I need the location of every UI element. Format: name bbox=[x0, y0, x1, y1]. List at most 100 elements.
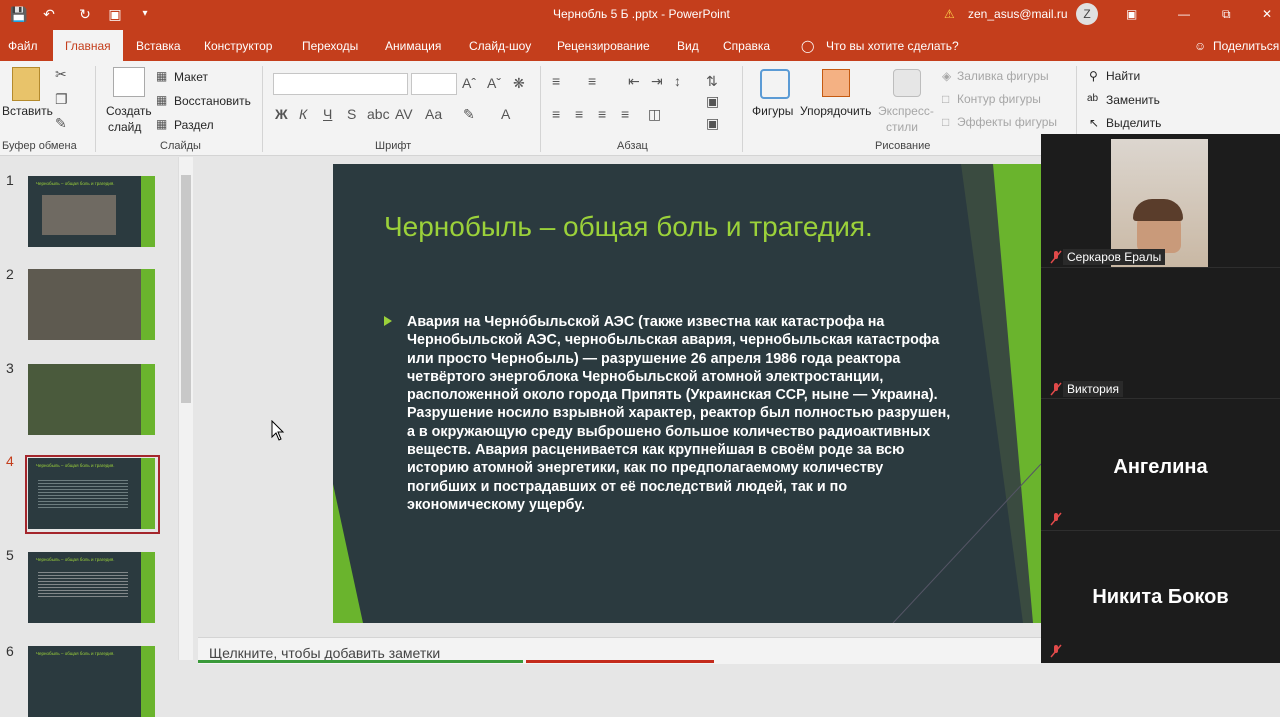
bullet-arrow-icon bbox=[384, 316, 392, 326]
tab-view[interactable]: Вид bbox=[677, 39, 699, 53]
slide-thumbnail-3[interactable] bbox=[28, 364, 155, 435]
justify-icon[interactable]: ≡ bbox=[621, 106, 629, 122]
bullets-icon[interactable]: ≡ bbox=[552, 73, 560, 89]
find-button[interactable]: Найти bbox=[1106, 69, 1140, 83]
change-case-icon[interactable]: Aa bbox=[425, 106, 442, 122]
arrange-button[interactable]: Упорядочить bbox=[800, 104, 871, 118]
slide-thumbnail-4[interactable]: Чернобыль – общая боль и трагедия. bbox=[28, 458, 155, 529]
highlight-icon[interactable]: ✎ bbox=[463, 106, 475, 123]
shrink-font-icon[interactable]: Aˇ bbox=[487, 75, 501, 91]
customize-qat-icon[interactable]: ▾ bbox=[136, 5, 154, 23]
new-slide-icon[interactable] bbox=[113, 67, 145, 97]
section-button[interactable]: Раздел bbox=[174, 118, 214, 132]
new-slide-button-line2[interactable]: слайд bbox=[108, 120, 141, 134]
shadow-icon[interactable]: S bbox=[347, 106, 356, 122]
tab-home[interactable]: Главная bbox=[65, 39, 111, 53]
group-font-label: Шрифт bbox=[375, 140, 412, 152]
slide-thumbnail-2[interactable] bbox=[28, 269, 155, 340]
underline-icon[interactable]: Ч bbox=[323, 106, 332, 122]
share-icon: ☺ bbox=[1194, 39, 1207, 53]
spacing-icon[interactable]: AV bbox=[395, 106, 413, 122]
tell-me-input[interactable]: Что вы хотите сделать? bbox=[826, 39, 959, 53]
restore-icon[interactable]: ⧉ bbox=[1222, 7, 1231, 22]
participant-tile-1[interactable]: Серкаров Ералы bbox=[1041, 134, 1280, 267]
ribbon-display-icon[interactable]: ▣ bbox=[1126, 7, 1137, 21]
reset-button[interactable]: Восстановить bbox=[174, 94, 251, 108]
ribbon-tabs: Файл Главная Вставка Конструктор Переход… bbox=[0, 30, 1280, 61]
clear-format-icon[interactable]: ❋ bbox=[513, 75, 525, 92]
increase-indent-icon[interactable]: ⇥ bbox=[651, 73, 663, 90]
tab-insert[interactable]: Вставка bbox=[136, 39, 181, 53]
undo-icon[interactable]: ↶ bbox=[40, 5, 58, 23]
title-bar: 💾 ↶ ↻ ▣ ▾ Чернобль 5 Б .pptx - PowerPoin… bbox=[0, 0, 1280, 30]
grow-font-icon[interactable]: Aˆ bbox=[462, 75, 476, 91]
quick-styles-button-line2[interactable]: стили bbox=[886, 120, 918, 134]
font-name-box[interactable] bbox=[273, 73, 408, 95]
participant-tile-2[interactable]: Виктория bbox=[1041, 267, 1280, 397]
scrollbar-thumb[interactable] bbox=[181, 175, 191, 403]
shapes-button[interactable]: Фигуры bbox=[752, 104, 793, 118]
participant-tile-3[interactable]: Ангелина bbox=[1041, 398, 1280, 528]
font-color-icon[interactable]: A bbox=[501, 106, 510, 122]
shape-fill-button[interactable]: Заливка фигуры bbox=[957, 69, 1049, 83]
share-button[interactable]: Поделиться bbox=[1213, 39, 1279, 53]
tab-design[interactable]: Конструктор bbox=[204, 39, 272, 53]
numbering-icon[interactable]: ≡ bbox=[588, 73, 596, 89]
quick-styles-button[interactable]: Экспресс- bbox=[878, 104, 934, 118]
thumb-title: Чернобыль – общая боль и трагедия. bbox=[36, 651, 115, 656]
slide-thumbnail-5[interactable]: Чернобыль – общая боль и трагедия. bbox=[28, 552, 155, 623]
text-direction-icon[interactable]: ⇅ bbox=[706, 73, 718, 90]
line-spacing-icon[interactable]: ↕ bbox=[674, 73, 681, 89]
tab-review[interactable]: Рецензирование bbox=[557, 39, 650, 53]
arrange-icon[interactable] bbox=[822, 69, 850, 97]
cut-icon[interactable]: ✂ bbox=[55, 66, 67, 83]
paste-button[interactable]: Вставить bbox=[2, 104, 53, 118]
align-right-icon[interactable]: ≡ bbox=[598, 106, 606, 122]
smartart-icon[interactable]: ▣ bbox=[706, 115, 719, 132]
font-size-box[interactable] bbox=[411, 73, 457, 95]
paste-icon[interactable] bbox=[12, 67, 40, 101]
tab-slideshow[interactable]: Слайд-шоу bbox=[469, 39, 531, 53]
participant-tile-4[interactable]: Никита Боков bbox=[1041, 530, 1280, 660]
tab-help[interactable]: Справка bbox=[723, 39, 770, 53]
shape-outline-icon: □ bbox=[942, 92, 950, 106]
avatar[interactable]: Z bbox=[1076, 3, 1098, 25]
notes-placeholder[interactable]: Щелкните, чтобы добавить заметки bbox=[209, 645, 440, 661]
slide-thumbnail-6[interactable]: Чернобыль – общая боль и трагедия. bbox=[28, 646, 155, 717]
thumbnail-scrollbar[interactable] bbox=[178, 157, 193, 660]
group-drawing-label: Рисование bbox=[875, 140, 931, 152]
slide-title[interactable]: Чернобыль – общая боль и трагедия. bbox=[384, 211, 873, 243]
quick-styles-icon[interactable] bbox=[893, 69, 921, 97]
tab-animations[interactable]: Анимация bbox=[385, 39, 441, 53]
present-icon[interactable]: ▣ bbox=[106, 5, 124, 23]
tab-file[interactable]: Файл bbox=[8, 39, 38, 53]
replace-button[interactable]: Заменить bbox=[1106, 93, 1160, 107]
new-slide-button[interactable]: Создать bbox=[106, 104, 152, 118]
align-left-icon[interactable]: ≡ bbox=[552, 106, 560, 122]
slide-body-text[interactable]: Авария на Черно́быльской АЭС (также изве… bbox=[407, 313, 952, 514]
save-icon[interactable]: 💾 bbox=[10, 5, 28, 23]
slide-thumbnail-1[interactable]: Чернобыль – общая боль и трагедия. bbox=[28, 176, 155, 247]
minimize-icon[interactable]: — bbox=[1178, 7, 1190, 21]
slide-canvas[interactable]: Чернобыль – общая боль и трагедия. Авари… bbox=[333, 164, 1041, 623]
shape-effects-button[interactable]: Эффекты фигуры bbox=[957, 115, 1057, 129]
align-text-icon[interactable]: ▣ bbox=[706, 93, 719, 110]
close-icon[interactable]: ✕ bbox=[1262, 7, 1272, 21]
group-slides-label: Слайды bbox=[160, 140, 201, 152]
redo-icon[interactable]: ↻ bbox=[76, 5, 94, 23]
italic-icon[interactable]: К bbox=[299, 106, 307, 122]
align-center-icon[interactable]: ≡ bbox=[575, 106, 583, 122]
account-email[interactable]: zen_asus@mail.ru bbox=[968, 7, 1068, 21]
tab-transitions[interactable]: Переходы bbox=[302, 39, 358, 53]
columns-icon[interactable]: ◫ bbox=[648, 106, 661, 123]
layout-button[interactable]: Макет bbox=[174, 70, 208, 84]
strikethrough-icon[interactable]: abc bbox=[367, 106, 390, 122]
lightbulb-icon: ◯ bbox=[801, 39, 815, 53]
format-painter-icon[interactable]: ✎ bbox=[55, 115, 67, 132]
shape-outline-button[interactable]: Контур фигуры bbox=[957, 92, 1041, 106]
decrease-indent-icon[interactable]: ⇤ bbox=[628, 73, 640, 90]
shapes-icon[interactable] bbox=[760, 69, 790, 99]
copy-icon[interactable]: ❐ bbox=[55, 91, 68, 108]
bold-icon[interactable]: Ж bbox=[275, 106, 288, 122]
select-button[interactable]: Выделить bbox=[1106, 116, 1161, 130]
